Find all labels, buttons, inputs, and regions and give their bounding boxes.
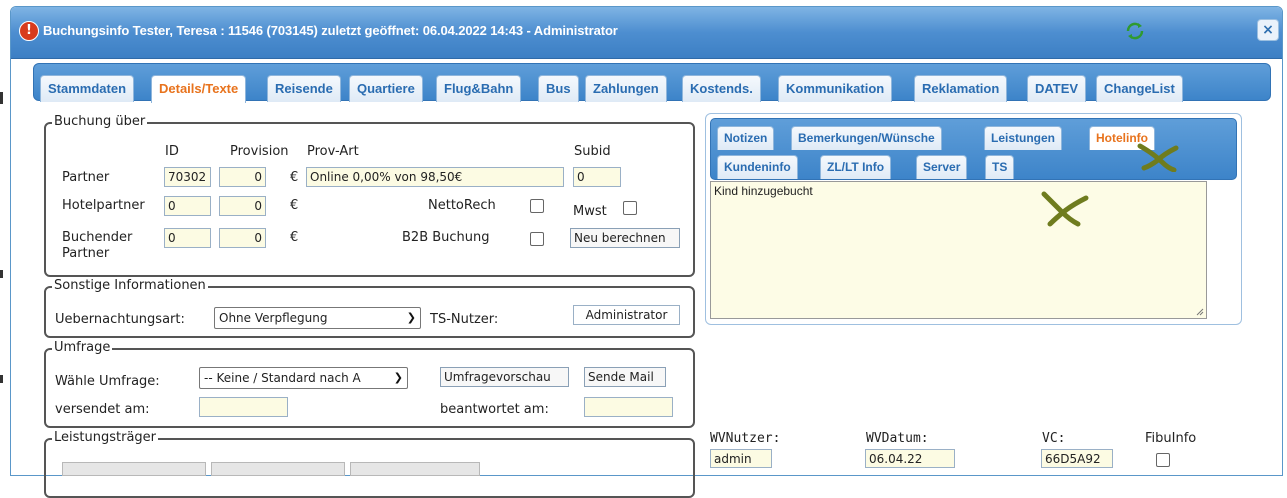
chevron-down-icon: ❯	[393, 371, 403, 384]
uebernachtung-select[interactable]: Ohne Verpflegung ❯	[214, 307, 421, 329]
window-title: Buchungsinfo Tester, Teresa : 11546 (703…	[43, 23, 618, 38]
b2b-checkbox[interactable]	[530, 232, 544, 246]
vc-field[interactable]: 66D5A92	[1041, 449, 1113, 468]
tab-kommunikation[interactable]: Kommunikation	[778, 75, 893, 102]
partner-provart-field[interactable]: Online 0,00% von 98,50€	[306, 167, 564, 187]
page-edge-mark	[0, 375, 3, 383]
buchender-provision-field[interactable]: 0	[219, 228, 266, 248]
leistungstraeger-button[interactable]	[211, 462, 345, 476]
tab-reklamation[interactable]: Reklamation	[914, 75, 1008, 102]
page-edge-mark	[0, 92, 3, 104]
annotation-x-mark	[1041, 191, 1089, 227]
tab-quartiere[interactable]: Quartiere	[349, 75, 423, 102]
tab-changelist[interactable]: ChangeList	[1096, 75, 1183, 102]
buchender-label-2: Partner	[62, 246, 110, 261]
buchender-id-field[interactable]: 0	[164, 228, 211, 248]
partner-subid-field[interactable]: 0	[573, 167, 621, 187]
beantwortet-label: beantwortet am:	[440, 402, 549, 417]
ts-user-field[interactable]: Administrator	[573, 305, 680, 325]
fibuinfo-checkbox[interactable]	[1156, 453, 1170, 467]
alert-icon: !	[19, 21, 39, 41]
nettorech-checkbox[interactable]	[530, 199, 544, 213]
main-tab-bar: Stammdaten Details/Texte Reisende Quarti…	[33, 63, 1271, 103]
notes-text: Kind hinzugebucht	[714, 184, 813, 198]
col-subid-header: Subid	[574, 144, 611, 159]
b2b-label: B2B Buchung	[402, 230, 490, 245]
umfrage-select-value: -- Keine / Standard nach A	[204, 371, 361, 385]
annotation-x-mark	[1137, 143, 1179, 172]
buchender-currency: €	[290, 230, 299, 245]
wvnutzer-field[interactable]: admin	[710, 449, 772, 468]
nettorech-label: NettoRech	[428, 198, 496, 213]
chevron-down-icon: ❯	[406, 311, 416, 324]
sonstige-legend: Sonstige Informationen	[52, 278, 208, 293]
buchung-legend: Buchung über	[52, 114, 148, 129]
hotelpartner-provision-field[interactable]: 0	[219, 196, 266, 216]
tab-flug-bahn[interactable]: Flug&Bahn	[436, 75, 522, 102]
mwst-checkbox[interactable]	[623, 201, 637, 215]
vc-label: VC:	[1042, 431, 1066, 446]
leistungstraeger-button[interactable]	[62, 462, 206, 476]
partner-id-field[interactable]: 70302	[164, 167, 211, 187]
waehle-umfrage-label: Wähle Umfrage:	[55, 374, 160, 389]
refresh-icon[interactable]	[1124, 21, 1146, 41]
tab-leistungen[interactable]: Leistungen	[984, 126, 1063, 150]
tab-bus[interactable]: Bus	[538, 75, 579, 102]
beantwortet-field[interactable]	[584, 397, 673, 417]
tab-zahlungen[interactable]: Zahlungen	[585, 75, 667, 102]
hotelpartner-id-field[interactable]: 0	[164, 196, 211, 216]
umfrage-select[interactable]: -- Keine / Standard nach A ❯	[199, 367, 408, 389]
tab-server[interactable]: Server	[916, 155, 968, 179]
hotelpartner-label: Hotelpartner	[62, 198, 145, 213]
versendet-field[interactable]	[199, 397, 288, 417]
tab-ts[interactable]: TS	[985, 155, 1015, 179]
partner-provision-field[interactable]: 0	[219, 167, 266, 187]
tab-datev[interactable]: DATEV	[1027, 75, 1087, 102]
col-provart-header: Prov-Art	[307, 144, 359, 159]
tab-reisende[interactable]: Reisende	[267, 75, 341, 102]
survey-preview-button[interactable]: Umfragevorschau	[440, 367, 569, 387]
uebernachtung-value: Ohne Verpflegung	[219, 311, 328, 325]
wvdatum-field[interactable]: 06.04.22	[865, 449, 955, 468]
col-id-header: ID	[165, 144, 179, 159]
hotelpartner-currency: €	[290, 198, 299, 213]
page-edge-mark	[0, 270, 3, 278]
resize-grip-icon[interactable]	[1196, 308, 1204, 316]
partner-label: Partner	[62, 170, 110, 185]
tab-zl-lt-info[interactable]: ZL/LT Info	[820, 155, 892, 179]
uebernachtung-label: Uebernachtungsart:	[55, 312, 185, 327]
tab-stammdaten[interactable]: Stammdaten	[40, 75, 135, 102]
fibuinfo-label: FibuInfo	[1145, 431, 1197, 446]
leistungstraeger-legend: Leistungsträger	[52, 430, 159, 445]
ts-user-label: TS-Nutzer:	[430, 312, 499, 327]
leistungstraeger-button[interactable]	[350, 462, 480, 476]
send-mail-button[interactable]: Sende Mail	[584, 367, 666, 387]
col-provision-header: Provision	[230, 144, 289, 159]
wvnutzer-label: WVNutzer:	[710, 431, 781, 446]
umfrage-legend: Umfrage	[52, 340, 113, 355]
mwst-label: Mwst	[573, 204, 607, 219]
tab-kundeninfo[interactable]: Kundeninfo	[717, 155, 798, 179]
tab-details-texte[interactable]: Details/Texte	[151, 75, 247, 103]
recalculate-button[interactable]: Neu berechnen	[570, 228, 680, 248]
tab-bemerkungen[interactable]: Bemerkungen/Wünsche	[791, 126, 942, 150]
buchender-label: Buchender	[62, 230, 133, 245]
notes-textarea[interactable]: Kind hinzugebucht	[710, 181, 1207, 319]
close-button[interactable]: ×	[1257, 19, 1279, 41]
wvdatum-label: WVDatum:	[866, 431, 929, 446]
tab-notizen[interactable]: Notizen	[717, 126, 775, 150]
versendet-label: versendet am:	[55, 402, 150, 417]
tab-kostends[interactable]: Kostends.	[682, 75, 761, 102]
partner-currency: €	[290, 170, 299, 185]
window-titlebar[interactable]: ! Buchungsinfo Tester, Teresa : 11546 (7…	[11, 7, 1282, 59]
